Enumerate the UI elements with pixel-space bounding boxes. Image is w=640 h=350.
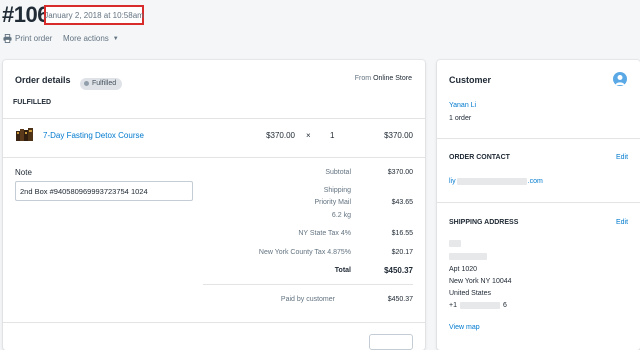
customer-card: Customer Yanan Li 1 order ORDER CONTACT … — [437, 60, 640, 350]
times-sign: × — [306, 131, 311, 140]
footer-button[interactable] — [369, 334, 413, 350]
order-details-card: Order details Fulfilled From Online Stor… — [3, 60, 425, 350]
customer-name-link[interactable]: Yanan Li — [449, 102, 476, 109]
divider — [437, 138, 640, 139]
item-price: $370.00 — [266, 131, 295, 140]
contact-edit-link[interactable]: Edit — [616, 154, 628, 161]
paid-value: $450.37 — [387, 296, 413, 303]
print-order-button[interactable]: Print order — [3, 34, 52, 43]
address-phone: +1 6 — [449, 302, 507, 309]
shipping-address-title: SHIPPING ADDRESS — [449, 219, 519, 226]
view-map-link[interactable]: View map — [449, 324, 480, 331]
item-total: $370.00 — [384, 131, 413, 140]
note-label: Note — [15, 168, 32, 177]
divider — [3, 118, 425, 119]
divider — [203, 284, 413, 285]
note-field[interactable]: 2nd Box #940580969993723754 1024 — [15, 181, 193, 201]
status-badge: Fulfilled — [80, 73, 123, 91]
shipping-weight: 6.2 kg — [331, 212, 351, 219]
order-contact-title: ORDER CONTACT — [449, 154, 510, 161]
customer-avatar[interactable] — [613, 72, 627, 86]
fulfilled-section-label: FULFILLED — [13, 99, 52, 106]
shipping-edit-link[interactable]: Edit — [616, 219, 628, 226]
shipping-label: Shipping — [323, 187, 351, 194]
item-quantity: 1 — [330, 131, 335, 140]
total-label: Total — [334, 267, 351, 274]
redacted-name — [449, 240, 461, 247]
county-tax-value: $20.17 — [391, 249, 413, 256]
customer-order-count: 1 order — [449, 115, 472, 122]
address-line2: New York NY 10044 — [449, 278, 512, 285]
redacted-block — [459, 302, 500, 309]
order-source-value: Online Store — [373, 75, 412, 82]
divider — [3, 322, 425, 323]
state-tax-value: $16.55 — [391, 230, 413, 237]
divider — [437, 202, 640, 203]
state-tax-label: NY State Tax 4% — [298, 230, 351, 237]
total-value: $450.37 — [384, 266, 413, 275]
shipping-method: Priority Mail — [314, 199, 351, 206]
address-line1: Apt 1020 — [449, 266, 478, 273]
paid-label: Paid by customer — [280, 296, 335, 303]
customer-title: Customer — [449, 75, 492, 85]
county-tax-label: New York County Tax 4.875% — [258, 249, 351, 256]
more-actions-button[interactable]: More actions ▼ — [63, 34, 119, 43]
print-order-label: Print order — [15, 34, 53, 43]
customer-email-link[interactable]: liy .com — [449, 178, 543, 185]
more-actions-label: More actions — [63, 34, 109, 43]
product-thumbnail[interactable] — [15, 126, 35, 142]
redacted-block — [456, 178, 527, 185]
printer-icon — [3, 34, 12, 43]
redacted-street — [449, 253, 487, 260]
person-icon — [615, 75, 625, 85]
subtotal-label: Subtotal — [325, 169, 351, 176]
caret-down-icon: ▼ — [112, 35, 119, 42]
shipping-value: $43.65 — [391, 199, 413, 206]
status-dot-icon — [84, 81, 89, 86]
address-country: United States — [449, 290, 492, 297]
divider — [3, 157, 425, 158]
order-source: From Online Store — [354, 75, 412, 82]
order-date: January 2, 2018 at 10:58am — [44, 5, 144, 25]
order-details-title: Order details — [15, 75, 71, 85]
product-name-link[interactable]: 7-Day Fasting Detox Course — [43, 131, 144, 140]
subtotal-value: $370.00 — [387, 169, 413, 176]
